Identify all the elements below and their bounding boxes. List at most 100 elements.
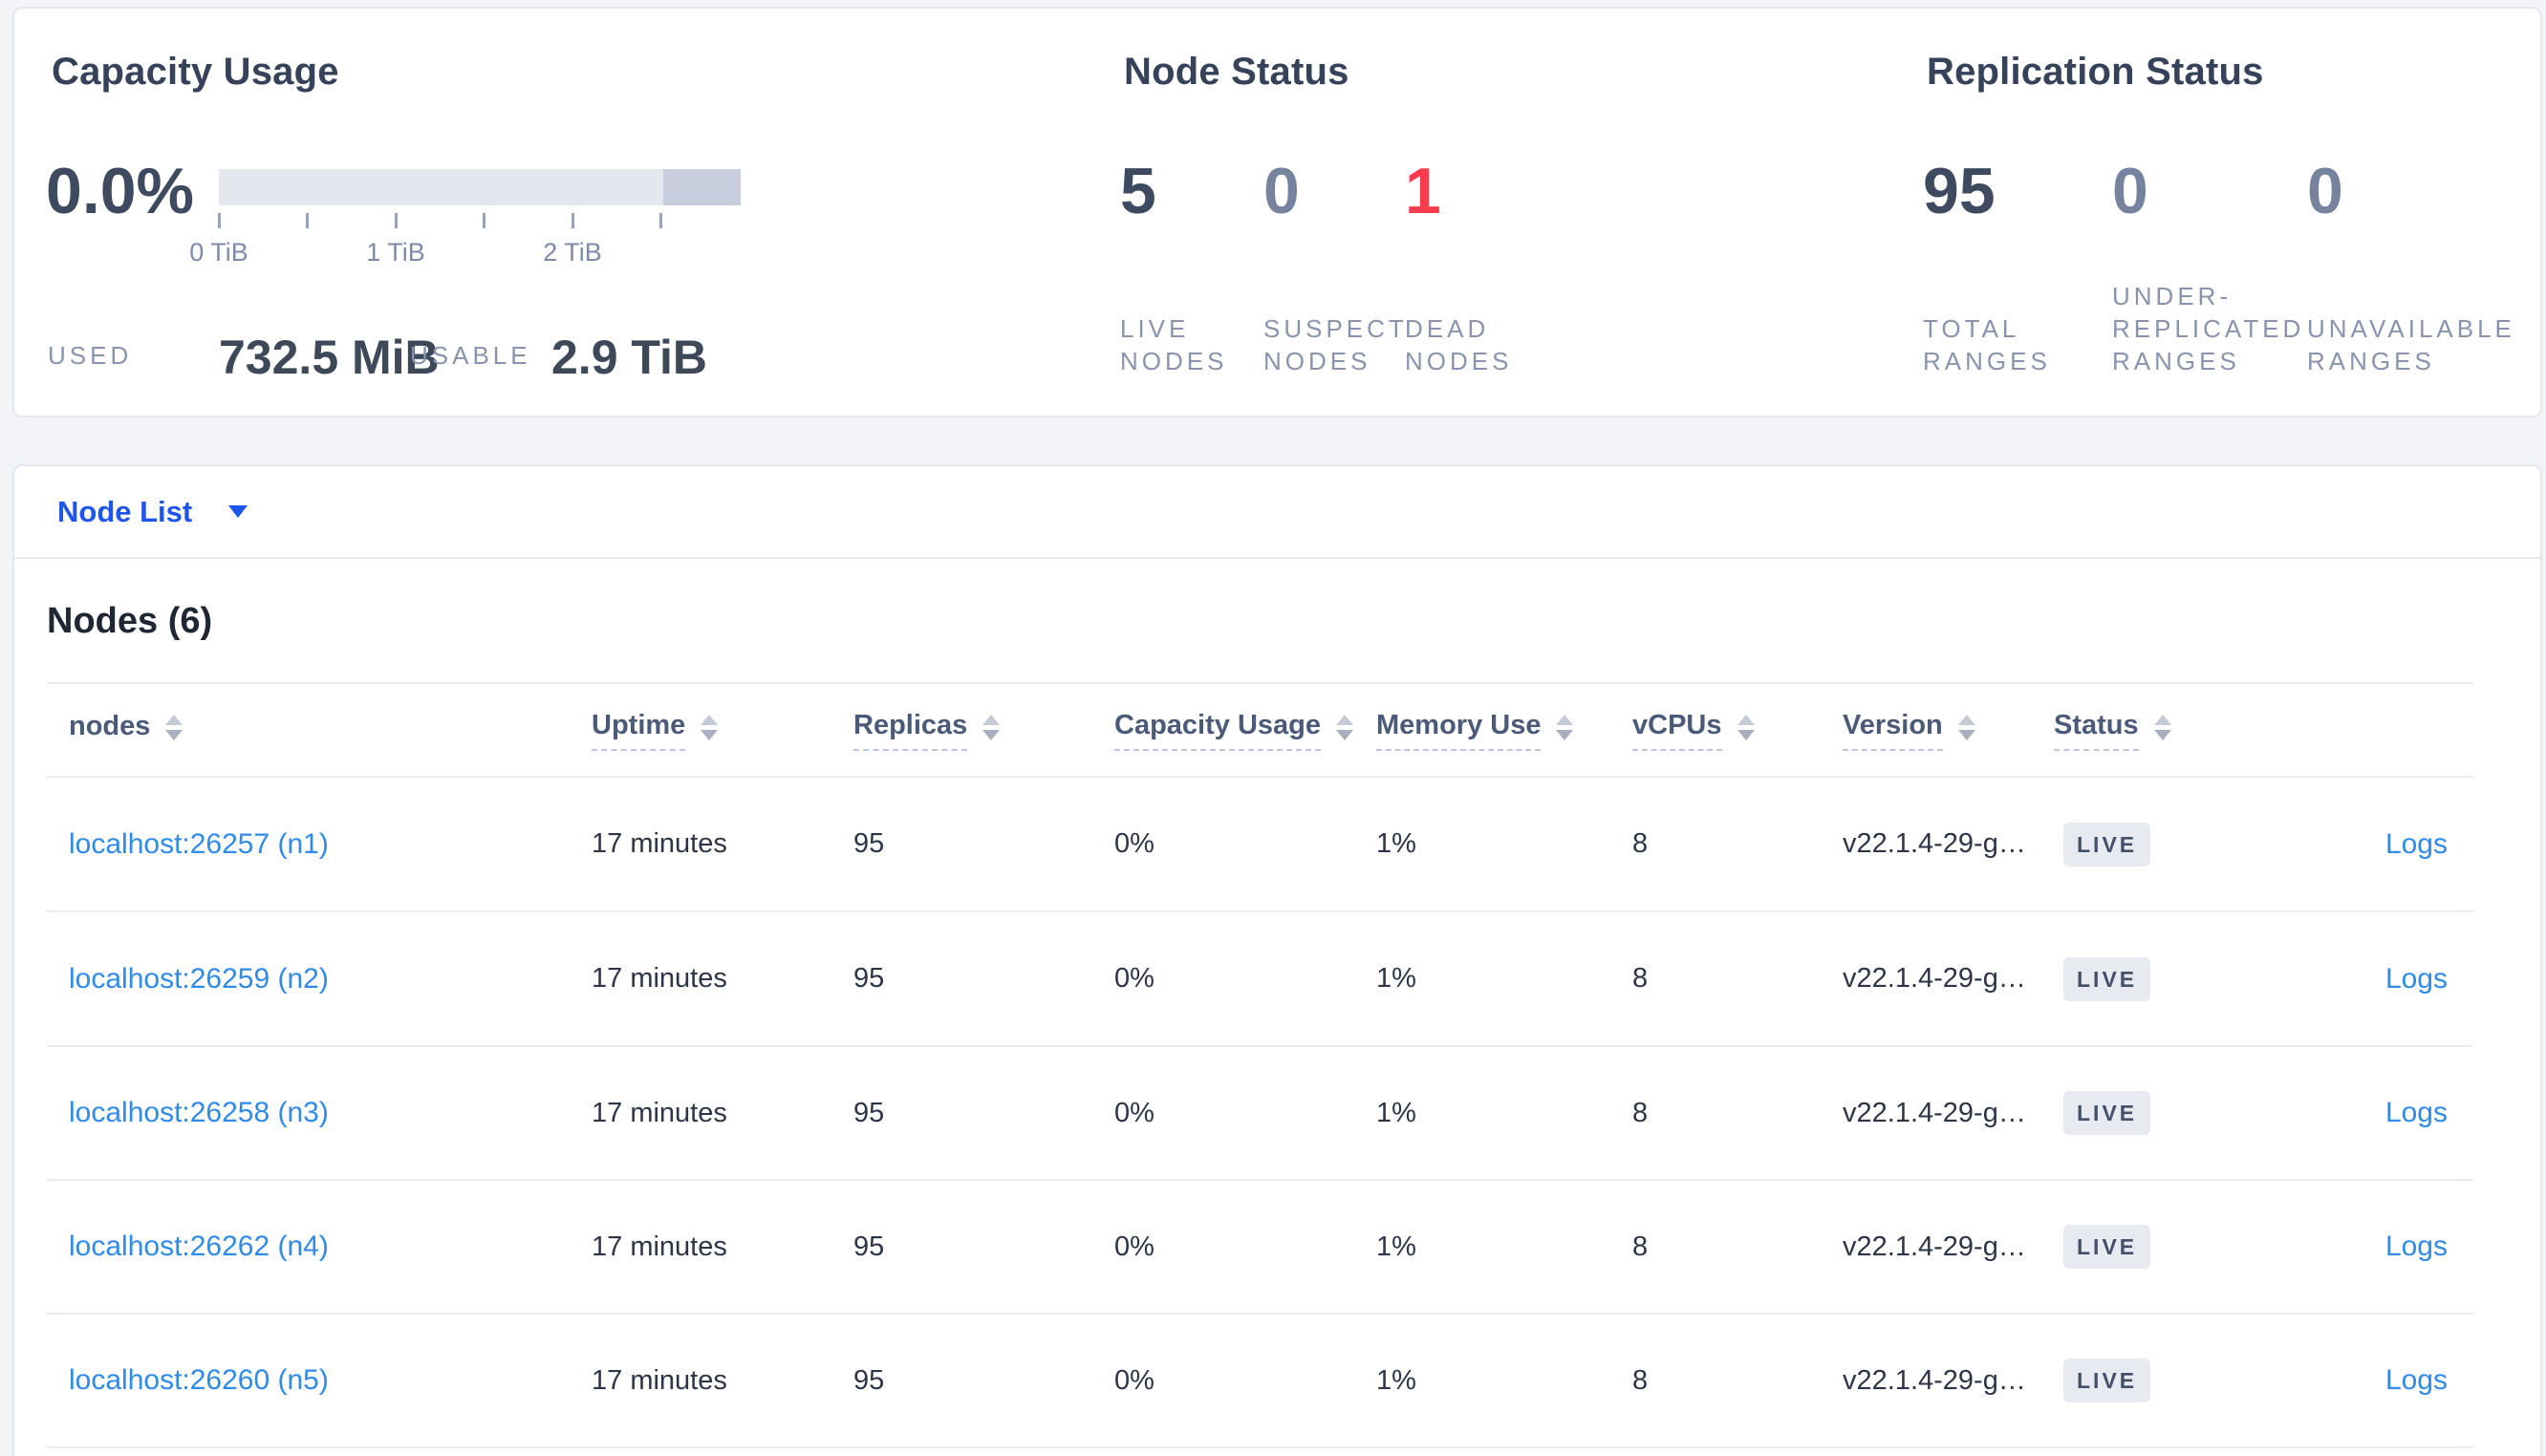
total-ranges-label: TOTAL RANGES (1923, 314, 2051, 375)
cluster-summary-card: Capacity Usage 0.0% 0 TiB 1 TiB 2 TiB US… (12, 7, 2542, 418)
usable-value: 2.9 TiB (551, 331, 708, 384)
sort-icon[interactable] (1737, 714, 1755, 740)
vcpus-cell: 8 (1632, 1231, 1649, 1262)
under-replicated-ranges-label: UNDER- REPLICATED RANGES (2112, 282, 2305, 375)
vcpus-cell: 8 (1632, 828, 1649, 859)
chevron-down-icon (228, 505, 248, 518)
column-header-nodes[interactable]: nodes (47, 711, 592, 750)
node-list-label: Node List (57, 494, 193, 528)
sort-icon[interactable] (1556, 714, 1574, 740)
under-replicated-ranges-value: 0 (2112, 155, 2148, 227)
version-cell: v22.1.4-29-g… (1843, 963, 2026, 994)
capacity-cell: 0% (1114, 1097, 1154, 1128)
total-ranges-value: 95 (1923, 155, 1996, 227)
sort-icon[interactable] (165, 714, 183, 740)
column-header-status[interactable]: Status (2054, 710, 2281, 751)
live-nodes-label: LIVE NODES (1120, 314, 1228, 375)
status-badge: LIVE (2063, 1225, 2151, 1269)
capacity-tick-label: 0 TiB (189, 238, 248, 267)
capacity-tick-label: 2 TiB (543, 238, 602, 267)
replication-status-title: Replication Status (1927, 51, 2264, 93)
suspect-nodes-value: 0 (1263, 155, 1300, 227)
uptime-cell: 17 minutes (592, 1364, 727, 1396)
version-cell: v22.1.4-29-g… (1843, 1364, 2026, 1396)
vcpus-cell: 8 (1632, 1097, 1649, 1128)
capacity-bar-used-segment (663, 169, 741, 205)
unavailable-ranges-label: UNAVAILABLE RANGES (2307, 314, 2515, 375)
memory-cell: 1% (1376, 1364, 1416, 1396)
usable-label: USABLE (410, 341, 531, 370)
memory-cell: 1% (1376, 963, 1416, 994)
node-link[interactable]: localhost:26259 (n2) (69, 963, 329, 995)
node-status-title: Node Status (1124, 51, 1349, 93)
nodes-table-heading: Nodes (6) (47, 601, 213, 641)
table-header-row: nodes Uptime Replicas Capacity Usage Mem… (47, 684, 2473, 778)
version-cell: v22.1.4-29-g… (1843, 1231, 2026, 1262)
capacity-tick (395, 213, 398, 228)
vcpus-cell: 8 (1632, 963, 1649, 994)
sort-icon[interactable] (1957, 714, 1975, 740)
version-cell: v22.1.4-29-g… (1843, 1097, 2026, 1128)
logs-link[interactable]: Logs (2385, 1364, 2448, 1396)
node-link[interactable]: localhost:26260 (n5) (69, 1364, 329, 1396)
memory-cell: 1% (1376, 1231, 1416, 1262)
capacity-tick (218, 213, 221, 228)
capacity-cell: 0% (1114, 1364, 1154, 1396)
logs-link[interactable]: Logs (2385, 1097, 2448, 1128)
uptime-cell: 17 minutes (592, 828, 727, 859)
capacity-percent: 0.0% (46, 155, 194, 227)
memory-cell: 1% (1376, 1097, 1416, 1128)
column-header-version[interactable]: Version (1843, 710, 2054, 751)
node-link[interactable]: localhost:26262 (n4) (69, 1231, 329, 1262)
status-badge: LIVE (2063, 1359, 2151, 1402)
replicas-cell: 95 (853, 963, 885, 994)
suspect-nodes-label: SUSPECT NODES (1263, 314, 1408, 375)
status-badge: LIVE (2063, 1091, 2151, 1135)
column-header-capacity-usage[interactable]: Capacity Usage (1114, 710, 1376, 751)
table-row: localhost:26260 (n5) 17 minutes 95 0% 1%… (47, 1315, 2473, 1448)
table-row: localhost:26262 (n4) 17 minutes 95 0% 1%… (47, 1181, 2473, 1315)
logs-link[interactable]: Logs (2385, 963, 2448, 995)
capacity-usage-bar (219, 169, 741, 205)
capacity-tick (659, 213, 662, 228)
node-list-card: Node List Nodes (6) nodes Uptime Replica… (12, 464, 2542, 1456)
version-cell: v22.1.4-29-g… (1843, 828, 2026, 859)
sort-icon[interactable] (2153, 714, 2171, 740)
node-list-dropdown[interactable]: Node List (14, 466, 2540, 559)
logs-link[interactable]: Logs (2385, 1231, 2448, 1262)
capacity-tick (572, 213, 574, 228)
column-header-vcpus[interactable]: vCPUs (1632, 710, 1843, 751)
node-link[interactable]: localhost:26258 (n3) (69, 1097, 329, 1128)
unavailable-ranges-value: 0 (2307, 155, 2343, 227)
column-header-uptime[interactable]: Uptime (592, 710, 853, 751)
dead-nodes-value: 1 (1405, 155, 1441, 227)
capacity-tick (483, 213, 485, 228)
replicas-cell: 95 (853, 1231, 885, 1262)
replicas-cell: 95 (853, 828, 885, 859)
column-header-memory-use[interactable]: Memory Use (1376, 710, 1632, 751)
capacity-tick (306, 213, 309, 228)
capacity-usage-title: Capacity Usage (52, 51, 339, 93)
capacity-cell: 0% (1114, 828, 1154, 859)
replicas-cell: 95 (853, 1097, 885, 1128)
uptime-cell: 17 minutes (592, 1231, 727, 1262)
status-badge: LIVE (2063, 822, 2151, 867)
table-row: localhost:26258 (n3) 17 minutes 95 0% 1%… (47, 1047, 2473, 1181)
memory-cell: 1% (1376, 828, 1416, 859)
logs-link[interactable]: Logs (2385, 828, 2448, 860)
status-badge: LIVE (2063, 956, 2151, 1001)
uptime-cell: 17 minutes (592, 1097, 727, 1128)
capacity-cell: 0% (1114, 1231, 1154, 1262)
replicas-cell: 95 (853, 1364, 885, 1396)
capacity-cell: 0% (1114, 963, 1154, 994)
node-link[interactable]: localhost:26257 (n1) (69, 828, 329, 860)
capacity-tick-label: 1 TiB (366, 238, 425, 267)
sort-icon[interactable] (701, 714, 719, 740)
vcpus-cell: 8 (1632, 1364, 1649, 1396)
sort-icon[interactable] (982, 714, 1001, 740)
used-value: 732.5 MiB (219, 331, 440, 384)
used-label: USED (48, 341, 133, 370)
sort-icon[interactable] (1336, 714, 1353, 740)
table-row: localhost:26257 (n1) 17 minutes 95 0% 1%… (47, 778, 2473, 912)
column-header-replicas[interactable]: Replicas (853, 710, 1114, 751)
